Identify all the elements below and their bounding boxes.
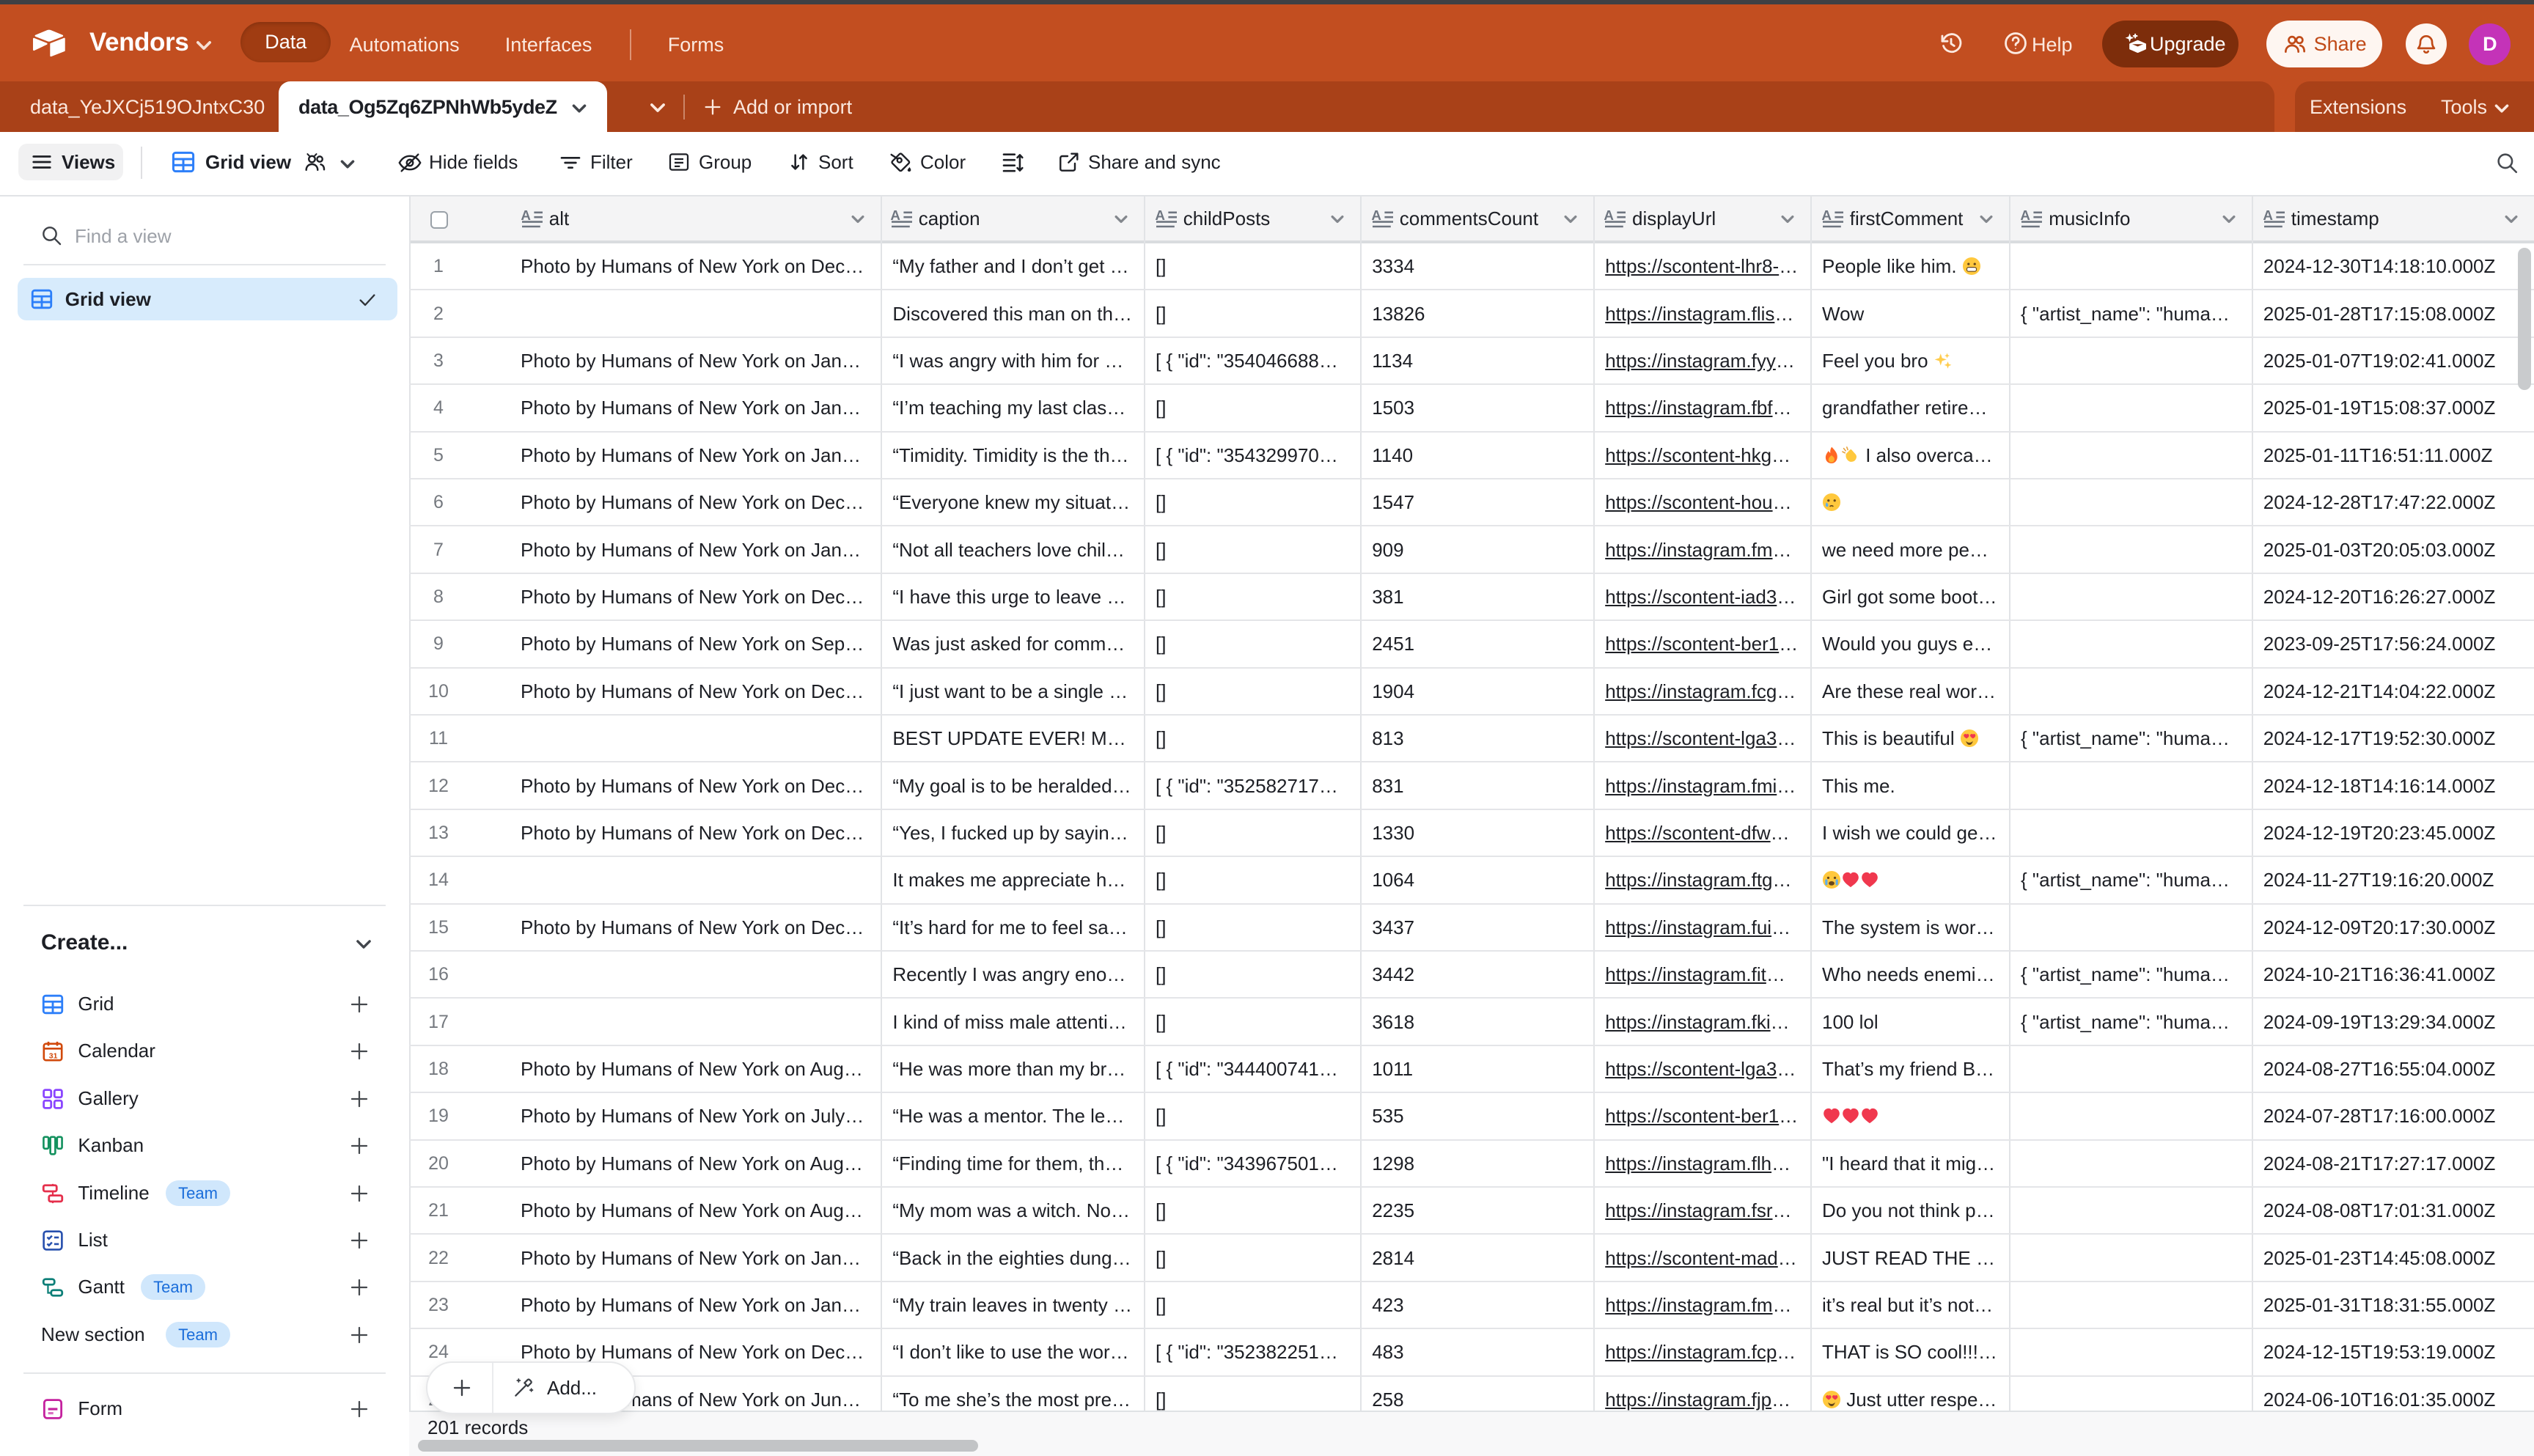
svg-text:A: A [521,207,531,223]
svg-text:A: A [890,207,900,223]
svg-text:A: A [2263,207,2273,223]
svg-text:A: A [2021,207,2031,223]
svg-text:A: A [1821,207,1832,223]
svg-text:31: 31 [49,1052,58,1061]
svg-text:A: A [1155,207,1165,223]
svg-text:A: A [1604,207,1615,223]
svg-text:A: A [1371,207,1381,223]
